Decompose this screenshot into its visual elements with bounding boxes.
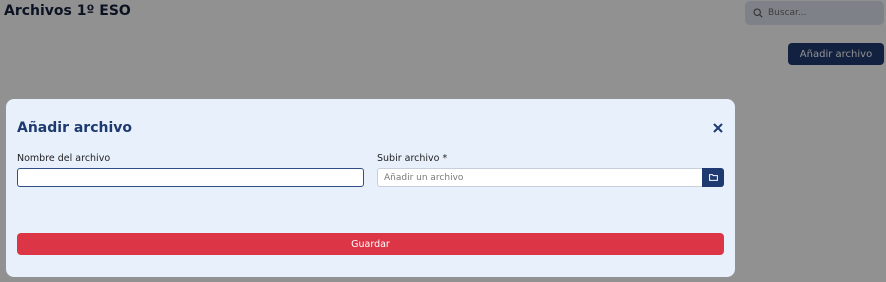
file-name-label: Nombre del archivo: [17, 153, 111, 164]
save-button[interactable]: Guardar: [17, 233, 724, 255]
upload-file-label: Subir archivo *: [377, 153, 448, 164]
upload-file-input[interactable]: [377, 168, 702, 187]
browse-file-button[interactable]: [702, 168, 724, 187]
add-file-modal: Añadir archivo Nombre del archivo Subir …: [6, 99, 735, 277]
close-icon: [713, 123, 723, 133]
file-name-input[interactable]: [17, 168, 364, 187]
folder-icon: [708, 174, 718, 181]
modal-title: Añadir archivo: [17, 120, 133, 136]
close-button[interactable]: [711, 121, 725, 135]
